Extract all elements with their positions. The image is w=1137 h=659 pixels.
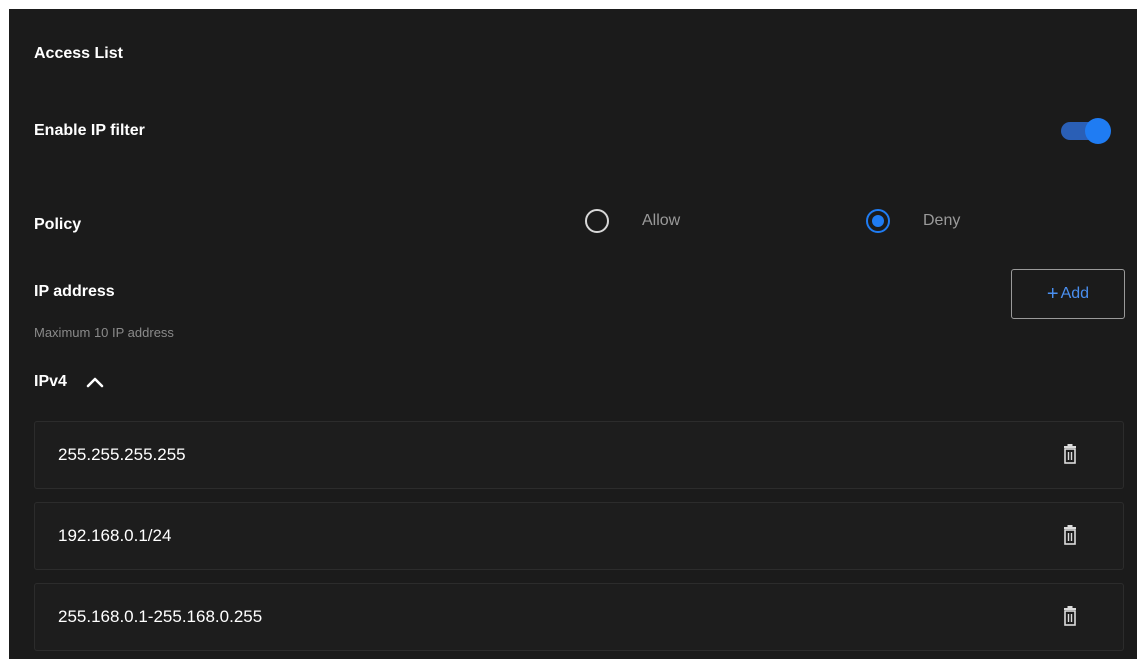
plus-icon: + — [1046, 283, 1059, 305]
policy-radio-allow[interactable]: Allow — [585, 209, 680, 233]
add-button-label: Add — [1060, 285, 1090, 302]
radio-label-allow: Allow — [642, 212, 681, 229]
ip-entry-value: 255.255.255.255 — [58, 445, 186, 464]
section-title: Access List — [34, 45, 123, 62]
ip-list-item: 192.168.0.1/24 — [34, 502, 1124, 570]
chevron-up-icon — [86, 377, 104, 388]
ip-limit-hint: Maximum 10 IP address — [34, 325, 174, 340]
ip-entry-value: 192.168.0.1/24 — [58, 526, 172, 545]
ip-list-item: 255.168.0.1-255.168.0.255 — [34, 583, 1124, 651]
ip-list-item: 255.255.255.255 — [34, 421, 1124, 489]
policy-label: Policy — [34, 216, 82, 233]
trash-icon[interactable] — [1061, 525, 1079, 545]
radio-unchecked-icon — [585, 209, 609, 233]
trash-icon[interactable] — [1061, 606, 1079, 626]
access-list-panel: Access List Enable IP filter Policy Allo… — [9, 9, 1137, 659]
ip-filter-toggle[interactable] — [1061, 118, 1111, 144]
radio-label-deny: Deny — [923, 212, 961, 229]
ip-address-label: IP address — [34, 283, 115, 300]
trash-icon[interactable] — [1061, 444, 1079, 464]
policy-radio-deny[interactable]: Deny — [866, 209, 960, 233]
ipv4-section-toggle[interactable]: IPv4 — [34, 373, 105, 391]
ipv4-section-label: IPv4 — [34, 373, 67, 390]
toggle-knob — [1085, 118, 1111, 144]
add-ip-button[interactable]: + Add — [1011, 269, 1125, 319]
ip-entry-value: 255.168.0.1-255.168.0.255 — [58, 607, 263, 626]
ip-filter-label: Enable IP filter — [34, 122, 145, 139]
radio-checked-icon — [866, 209, 890, 233]
